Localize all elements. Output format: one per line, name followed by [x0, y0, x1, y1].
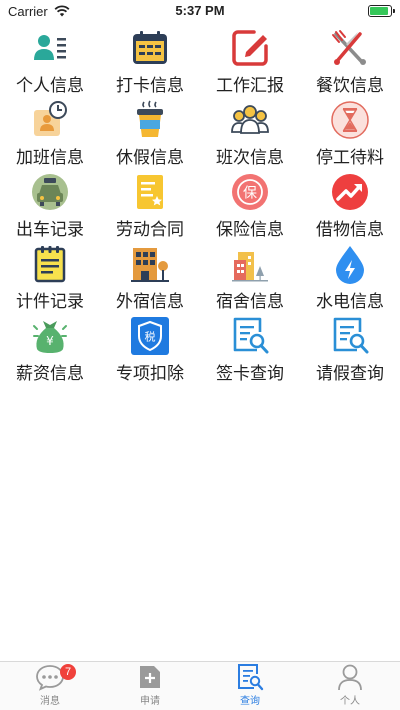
water-electric-icon	[327, 242, 373, 286]
doc-search-icon	[227, 314, 273, 358]
menu-item-labor-contract[interactable]: 劳动合同	[100, 168, 200, 240]
insurance-icon: 保	[227, 170, 273, 214]
menu-item-label: 餐饮信息	[316, 76, 384, 96]
menu-item-label: 薪资信息	[16, 364, 84, 384]
coffee-cup-icon	[127, 98, 173, 142]
menu-item-salary-info[interactable]: ¥ 薪资信息	[0, 312, 100, 384]
menu-item-card-sign-query[interactable]: 签卡查询	[200, 312, 300, 384]
wifi-icon	[54, 5, 70, 17]
menu-item-overtime-info[interactable]: 加班信息	[0, 96, 100, 168]
status-left: Carrier	[8, 4, 70, 19]
person-icon	[335, 662, 365, 691]
notepad-icon	[27, 242, 73, 286]
menu-item-label: 班次信息	[216, 148, 284, 168]
menu-item-piece-record[interactable]: 计件记录	[0, 240, 100, 312]
menu-item-label: 计件记录	[16, 292, 84, 312]
svg-text:¥: ¥	[46, 334, 54, 348]
menu-item-vacation-info[interactable]: 休假信息	[100, 96, 200, 168]
contract-icon	[127, 170, 173, 214]
menu-item-label: 劳动合同	[116, 220, 184, 240]
edit-report-icon	[227, 26, 273, 70]
svg-text:保: 保	[243, 186, 257, 202]
battery-level	[370, 7, 388, 15]
menu-item-label: 签卡查询	[216, 364, 284, 384]
person-id-icon	[27, 26, 73, 70]
dormitory-icon	[227, 242, 273, 286]
menu-item-vehicle-record[interactable]: 出车记录	[0, 168, 100, 240]
tab-label: 个人	[340, 696, 360, 707]
menu-item-label: 借物信息	[316, 220, 384, 240]
menu-item-label: 工作汇报	[216, 76, 284, 96]
money-bag-icon: ¥	[27, 314, 73, 358]
menu-item-insurance-info[interactable]: 保 保险信息	[200, 168, 300, 240]
menu-item-label: 保险信息	[216, 220, 284, 240]
unread-badge: 7	[60, 664, 76, 680]
menu-item-label: 打卡信息	[116, 76, 184, 96]
add-document-icon	[135, 662, 165, 691]
overtime-clock-icon	[27, 98, 73, 142]
carrier-label: Carrier	[8, 3, 48, 19]
menu-item-label: 宿舍信息	[216, 292, 284, 312]
menu-item-label: 专项扣除	[116, 364, 184, 384]
team-icon	[227, 98, 273, 142]
tab-apply[interactable]: 申请	[100, 662, 200, 710]
menu-item-label: 请假查询	[316, 364, 384, 384]
tab-label: 申请	[140, 696, 160, 707]
fork-knife-icon	[327, 26, 373, 70]
menu-item-work-report[interactable]: 工作汇报	[200, 24, 300, 96]
status-bar: Carrier 5:37 PM	[0, 0, 400, 22]
menu-item-leave-query[interactable]: 请假查询	[300, 312, 400, 384]
menu-item-label: 外宿信息	[116, 292, 184, 312]
svg-text:税: 税	[145, 330, 156, 344]
tab-query[interactable]: 查询	[200, 662, 300, 710]
menu-item-label: 加班信息	[16, 148, 84, 168]
menu-item-label: 出车记录	[16, 220, 84, 240]
tab-messages[interactable]: 7 消息	[0, 662, 100, 710]
calendar-icon	[127, 26, 173, 70]
menu-item-label: 个人信息	[16, 76, 84, 96]
tax-shield-icon: 税	[127, 314, 173, 358]
trend-up-icon	[327, 170, 373, 214]
menu-item-label: 停工待料	[316, 148, 384, 168]
tab-personal[interactable]: 个人	[300, 662, 400, 710]
menu-item-personal-info[interactable]: 个人信息	[0, 24, 100, 96]
query-document-icon	[235, 662, 265, 691]
menu-item-shift-info[interactable]: 班次信息	[200, 96, 300, 168]
menu-item-utilities-info[interactable]: 水电信息	[300, 240, 400, 312]
tab-label: 查询	[240, 696, 260, 707]
tab-bar: 7 消息 申请 查询 个人	[0, 661, 400, 710]
tab-label: 消息	[40, 696, 60, 707]
battery-icon	[368, 5, 395, 17]
menu-item-clock-in-info[interactable]: 打卡信息	[100, 24, 200, 96]
menu-grid: 个人信息 打卡信息 工作汇报 餐饮信息 加班信息 休假信息 班次信息 停工待料 …	[0, 24, 400, 384]
menu-item-outside-stay-info[interactable]: 外宿信息	[100, 240, 200, 312]
doc-search-icon	[327, 314, 373, 358]
menu-item-label: 水电信息	[316, 292, 384, 312]
menu-item-dining-info[interactable]: 餐饮信息	[300, 24, 400, 96]
hourglass-icon	[327, 98, 373, 142]
menu-item-special-deduction[interactable]: 税 专项扣除	[100, 312, 200, 384]
menu-item-borrowing-info[interactable]: 借物信息	[300, 168, 400, 240]
taxi-icon	[27, 170, 73, 214]
building-icon	[127, 242, 173, 286]
menu-item-dormitory-info[interactable]: 宿舍信息	[200, 240, 300, 312]
menu-item-label: 休假信息	[116, 148, 184, 168]
menu-item-work-stoppage[interactable]: 停工待料	[300, 96, 400, 168]
